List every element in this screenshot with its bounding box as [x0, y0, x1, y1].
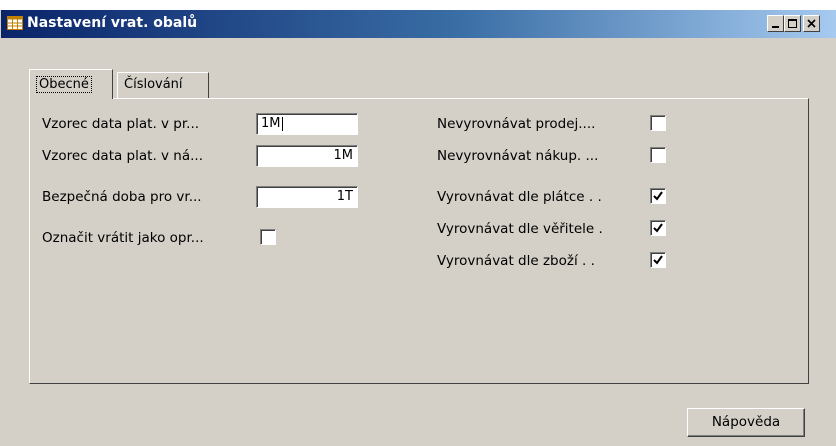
payment-date-formula-sales-input[interactable]: 1M — [256, 113, 358, 135]
checkbox-label: Vyrovnávat dle zboží . . — [437, 253, 595, 269]
checkbox-label: Vyrovnávat dle věřitele . — [437, 221, 603, 237]
apply-by-payer-checkbox[interactable] — [650, 188, 666, 204]
text-caret — [281, 116, 283, 131]
safety-period-input[interactable]: 1T — [256, 186, 358, 208]
tab-cislovani[interactable]: Číslování — [117, 72, 209, 98]
field-value: 1M — [333, 148, 354, 163]
no-apply-sales-checkbox[interactable] — [650, 115, 666, 131]
minimize-button[interactable] — [767, 15, 784, 32]
dialog-window: Nastavení vrat. obalů Obecné Číslování V… — [0, 10, 836, 446]
help-button[interactable]: Nápověda — [687, 408, 805, 437]
tab-label: Číslování — [124, 77, 183, 92]
close-icon — [807, 19, 816, 28]
no-apply-purchase-checkbox[interactable] — [650, 147, 666, 163]
checkmark-icon — [653, 191, 663, 201]
checkbox-label: Označit vrátit jako opr... — [42, 230, 204, 246]
field-value: 1T — [336, 189, 353, 204]
checkbox-label: Nevyrovnávat nákup. ... — [437, 148, 599, 164]
title-bar[interactable]: Nastavení vrat. obalů — [1, 10, 836, 38]
checkbox-label: Nevyrovnávat prodej.... — [437, 116, 596, 132]
minimize-icon — [772, 26, 779, 28]
maximize-button[interactable] — [784, 15, 801, 32]
tab-panel-obecne: Vzorec data plat. v pr... 1M Vzorec data… — [29, 98, 809, 384]
apply-by-creditor-checkbox[interactable] — [650, 220, 666, 236]
checkmark-icon — [653, 255, 663, 265]
payment-date-formula-purchase-input[interactable]: 1M — [256, 145, 358, 167]
maximize-icon — [788, 19, 797, 28]
tab-label: Obecné — [36, 76, 92, 93]
checkbox-label: Vyrovnávat dle plátce . . — [437, 189, 602, 205]
field-value: 1M — [261, 116, 281, 131]
field-label: Bezpečná doba pro vr... — [42, 189, 202, 205]
window-title: Nastavení vrat. obalů — [27, 15, 198, 31]
close-button[interactable] — [803, 15, 820, 32]
mark-return-as-correction-checkbox[interactable] — [260, 229, 276, 245]
checkmark-icon — [653, 223, 663, 233]
field-label: Vzorec data plat. v ná... — [42, 148, 204, 164]
apply-by-item-checkbox[interactable] — [650, 252, 666, 268]
form-grid-icon — [7, 16, 23, 30]
field-label: Vzorec data plat. v pr... — [42, 116, 200, 132]
tab-obecne[interactable]: Obecné — [29, 69, 113, 99]
